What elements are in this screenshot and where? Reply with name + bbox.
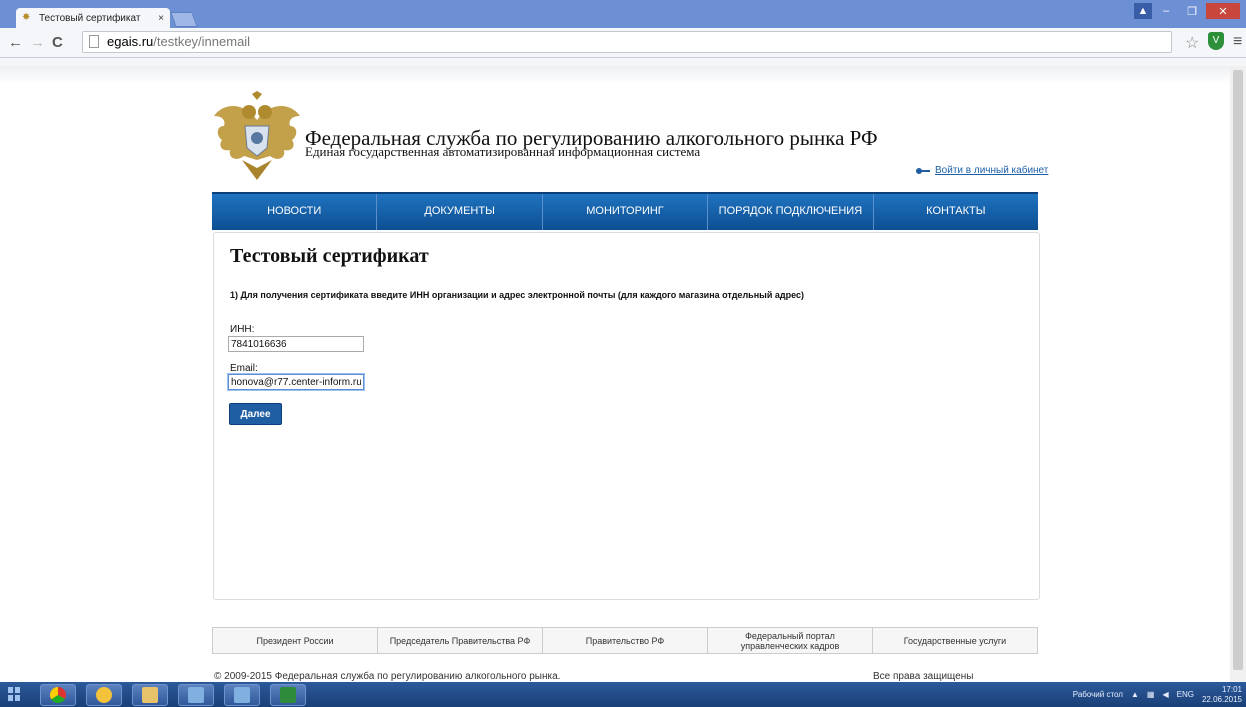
org-subtitle: Единая государственная автоматизированна… bbox=[305, 144, 701, 159]
app2-task-icon[interactable] bbox=[224, 684, 260, 706]
extension-icon[interactable]: V bbox=[1208, 32, 1224, 50]
start-icon[interactable] bbox=[8, 687, 20, 701]
chrome-task-icon[interactable] bbox=[40, 684, 76, 706]
main-navigation: НОВОСТИ ДОКУМЕНТЫ МОНИТОРИНГ ПОРЯДОК ПОД… bbox=[212, 192, 1038, 230]
login-link-label: Войти в личный кабинет bbox=[935, 165, 1049, 176]
instruction-text: 1) Для получения сертификата введите ИНН… bbox=[230, 290, 804, 300]
clock[interactable]: 17:01 22.06.2015 bbox=[1202, 685, 1242, 705]
network-icon[interactable]: ▦ bbox=[1147, 690, 1155, 699]
toolbar-strip bbox=[0, 58, 1246, 66]
scrollbar-thumb[interactable] bbox=[1233, 70, 1243, 670]
close-window-icon[interactable]: ✕ bbox=[1206, 3, 1240, 19]
volume-icon[interactable]: ◀ bbox=[1162, 690, 1168, 699]
language-indicator[interactable]: ENG bbox=[1177, 690, 1194, 699]
nav-item-connection[interactable]: ПОРЯДОК ПОДКЛЮЧЕНИЯ bbox=[708, 194, 874, 230]
browser-titlebar: ✸ Тестовый сертификат × ▲ – ❐ ✕ bbox=[0, 0, 1246, 28]
nav-item-news[interactable]: НОВОСТИ bbox=[212, 194, 378, 230]
footer-link-gosuslugi[interactable]: Государственные услуги bbox=[873, 628, 1037, 653]
top-shade bbox=[0, 66, 1230, 84]
star-icon[interactable]: ☆ bbox=[1185, 33, 1199, 53]
inn-label: ИНН: bbox=[230, 324, 255, 335]
reload-icon[interactable]: C bbox=[52, 34, 63, 51]
copyright-text: © 2009-2015 Федеральная служба по регули… bbox=[214, 671, 561, 682]
explorer-task-icon[interactable] bbox=[132, 684, 168, 706]
email-label: Email: bbox=[230, 363, 258, 374]
tab-title: Тестовый сертификат bbox=[39, 12, 141, 24]
next-button[interactable]: Далее bbox=[229, 403, 282, 425]
excel-task-icon[interactable] bbox=[270, 684, 306, 706]
menu-icon[interactable]: ≡ bbox=[1233, 33, 1242, 51]
footer-links: Президент России Председатель Правительс… bbox=[212, 627, 1038, 654]
tray-arrow-icon[interactable]: ▲ bbox=[1131, 690, 1139, 699]
clock-date: 22.06.2015 bbox=[1201, 694, 1242, 704]
url-path: /testkey/innemail bbox=[153, 34, 251, 49]
forward-icon[interactable]: → bbox=[30, 34, 45, 51]
content-panel: Тестовый сертификат 1) Для получения сер… bbox=[213, 232, 1040, 600]
rights-text: Все права защищены bbox=[873, 671, 974, 682]
footer-link-personnel-portal[interactable]: Федеральный портал управленческих кадров bbox=[708, 628, 873, 653]
nav-item-monitoring[interactable]: МОНИТОРИНГ bbox=[543, 194, 709, 230]
page-title: Тестовый сертификат bbox=[230, 245, 429, 267]
footer-link-chairman[interactable]: Председатель Правительства РФ bbox=[378, 628, 543, 653]
email-input[interactable] bbox=[228, 374, 364, 390]
inn-input[interactable] bbox=[228, 336, 364, 352]
clock-time: 17:01 bbox=[1221, 684, 1242, 694]
app-task-icon[interactable] bbox=[178, 684, 214, 706]
footer-link-president[interactable]: Президент России bbox=[213, 628, 378, 653]
user-icon[interactable]: ▲ bbox=[1134, 3, 1152, 19]
favicon-icon: ✸ bbox=[22, 12, 31, 23]
window-controls: ▲ – ❐ ✕ bbox=[1134, 3, 1240, 19]
new-tab-button[interactable] bbox=[170, 12, 198, 27]
minimize-icon[interactable]: – bbox=[1154, 3, 1178, 19]
web-page: Федеральная служба по регулированию алко… bbox=[0, 66, 1230, 682]
system-tray: Рабочий стол ▲ ▦ ◀ ENG 17:01 22.06.2015 bbox=[1073, 682, 1242, 707]
page-icon bbox=[89, 35, 99, 48]
nav-item-documents[interactable]: ДОКУМЕНТЫ bbox=[377, 194, 543, 230]
url-domain: egais.ru bbox=[107, 34, 154, 49]
browser-toolbar: ← → C egais.ru/testkey/innemail ☆ V ≡ bbox=[0, 28, 1246, 58]
desktop-toolbar-label[interactable]: Рабочий стол bbox=[1073, 690, 1123, 699]
login-link[interactable]: Войти в личный кабинет bbox=[916, 165, 1048, 176]
taskbar: Рабочий стол ▲ ▦ ◀ ENG 17:01 22.06.2015 bbox=[0, 682, 1246, 707]
back-icon[interactable]: ← bbox=[8, 34, 23, 51]
key-icon bbox=[916, 167, 930, 174]
emblem-icon bbox=[214, 91, 300, 180]
paint-task-icon[interactable] bbox=[86, 684, 122, 706]
vertical-scrollbar[interactable] bbox=[1230, 66, 1246, 682]
footer-link-government[interactable]: Правительство РФ bbox=[543, 628, 708, 653]
nav-item-contacts[interactable]: КОНТАКТЫ bbox=[874, 194, 1038, 230]
address-bar[interactable]: egais.ru/testkey/innemail bbox=[82, 31, 1172, 53]
browser-tab[interactable]: ✸ Тестовый сертификат × bbox=[16, 8, 170, 28]
tab-close-button[interactable]: × bbox=[158, 13, 164, 24]
maximize-icon[interactable]: ❐ bbox=[1180, 3, 1204, 19]
